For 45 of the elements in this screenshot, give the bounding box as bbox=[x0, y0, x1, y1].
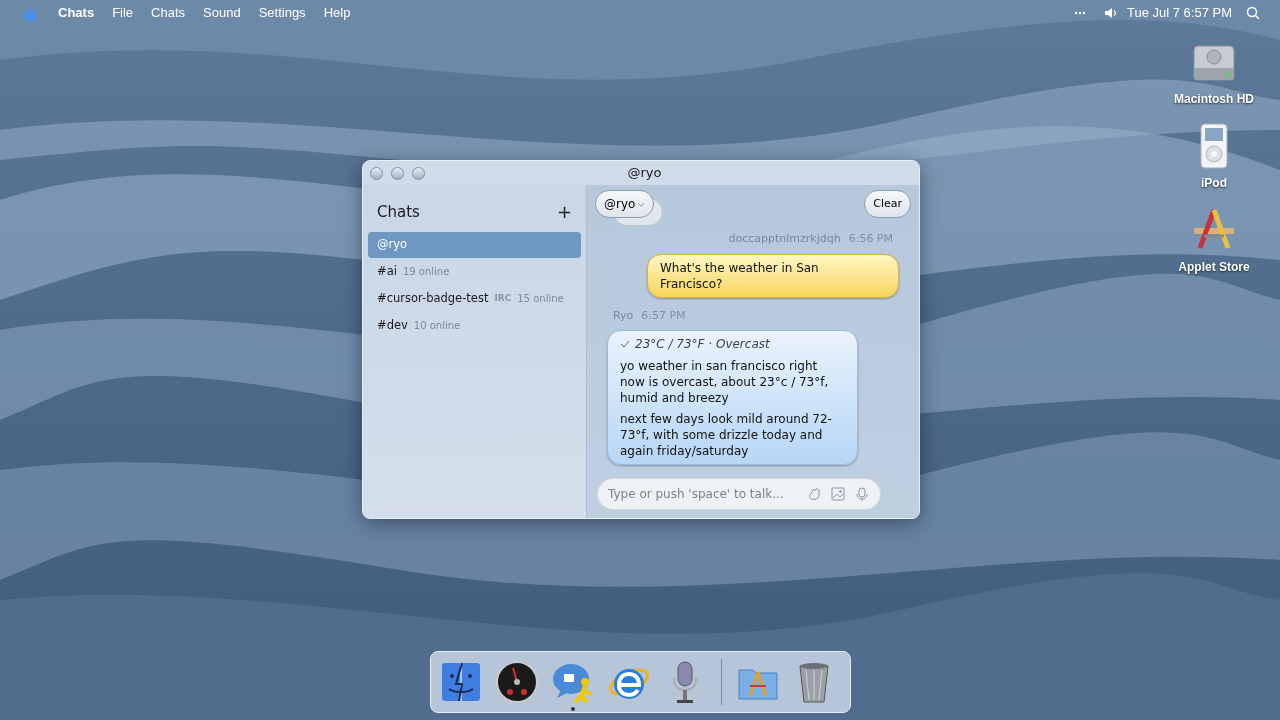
menu-item[interactable]: Settings bbox=[258, 2, 306, 23]
microphone-icon[interactable] bbox=[855, 486, 869, 502]
sender-name: doccapptnlmzrkjdqh bbox=[728, 231, 841, 247]
chat-list-item[interactable]: #cursor-badge-test IRC 15 online bbox=[368, 285, 581, 312]
desktop-icon-label[interactable]: iPod bbox=[1201, 174, 1227, 192]
message-time: 6:57 PM bbox=[641, 307, 686, 324]
image-icon[interactable] bbox=[831, 487, 845, 501]
window-control-button[interactable] bbox=[412, 166, 425, 180]
speaker-icon[interactable] bbox=[1104, 5, 1117, 20]
menu-item[interactable]: Chats bbox=[151, 2, 186, 23]
caret-icon bbox=[637, 201, 646, 207]
message-input[interactable]: Type or push 'space' to talk... bbox=[597, 478, 881, 510]
menu-item[interactable]: File bbox=[112, 2, 134, 23]
window-control-button[interactable] bbox=[391, 166, 404, 180]
irc-tag: IRC bbox=[494, 291, 512, 306]
desktop-icon-label[interactable]: Macintosh HD bbox=[1174, 90, 1254, 108]
checkmark-icon bbox=[620, 340, 630, 348]
chat-list-item[interactable]: @ryo bbox=[368, 231, 581, 258]
chat-list-item[interactable]: #dev 10 online bbox=[368, 312, 581, 339]
running-indicator bbox=[571, 707, 575, 711]
chat-list-item[interactable]: #ai 19 online bbox=[368, 258, 581, 285]
desktop-icon-label[interactable]: Applet Store bbox=[1178, 258, 1250, 276]
clear-button[interactable]: Clear bbox=[864, 190, 911, 218]
online-count: 10 online bbox=[413, 319, 461, 333]
online-count: 19 online bbox=[402, 265, 450, 279]
window-title: @ryo bbox=[627, 164, 662, 183]
message-text: What's the weather in San Francisco? bbox=[660, 259, 820, 292]
weather-summary: 23°C / 73°F · Overcast bbox=[635, 336, 770, 352]
gauge-icon[interactable] bbox=[495, 660, 539, 704]
window-control-button[interactable] bbox=[370, 166, 383, 180]
sidebar-title: Chats bbox=[377, 202, 420, 223]
message-text: next few days look mild around 72-73°f, with some drizzle today and again friday/saturday bbox=[620, 411, 833, 459]
add-chat-button[interactable]: + bbox=[556, 203, 572, 222]
search-icon[interactable] bbox=[1246, 5, 1260, 20]
menu-item[interactable]: Help bbox=[323, 2, 351, 23]
recipient-dropdown[interactable]: @ryo bbox=[595, 190, 655, 218]
online-count: 15 online bbox=[517, 292, 564, 306]
menu-item[interactable]: Chats bbox=[58, 2, 95, 23]
message-text: yo weather in san francisco right now is overcast, about 23°c / 73°f, humid and breezy bbox=[620, 358, 830, 406]
hand-icon[interactable] bbox=[807, 487, 821, 501]
menu-item[interactable]: Sound bbox=[203, 2, 241, 23]
finder-icon[interactable] bbox=[439, 660, 483, 704]
menubar-clock[interactable]: Tue Jul 7 6:57 PM bbox=[1127, 2, 1232, 23]
sender-name: Ryo bbox=[613, 307, 634, 324]
message-time: 6:56 PM bbox=[848, 231, 893, 247]
